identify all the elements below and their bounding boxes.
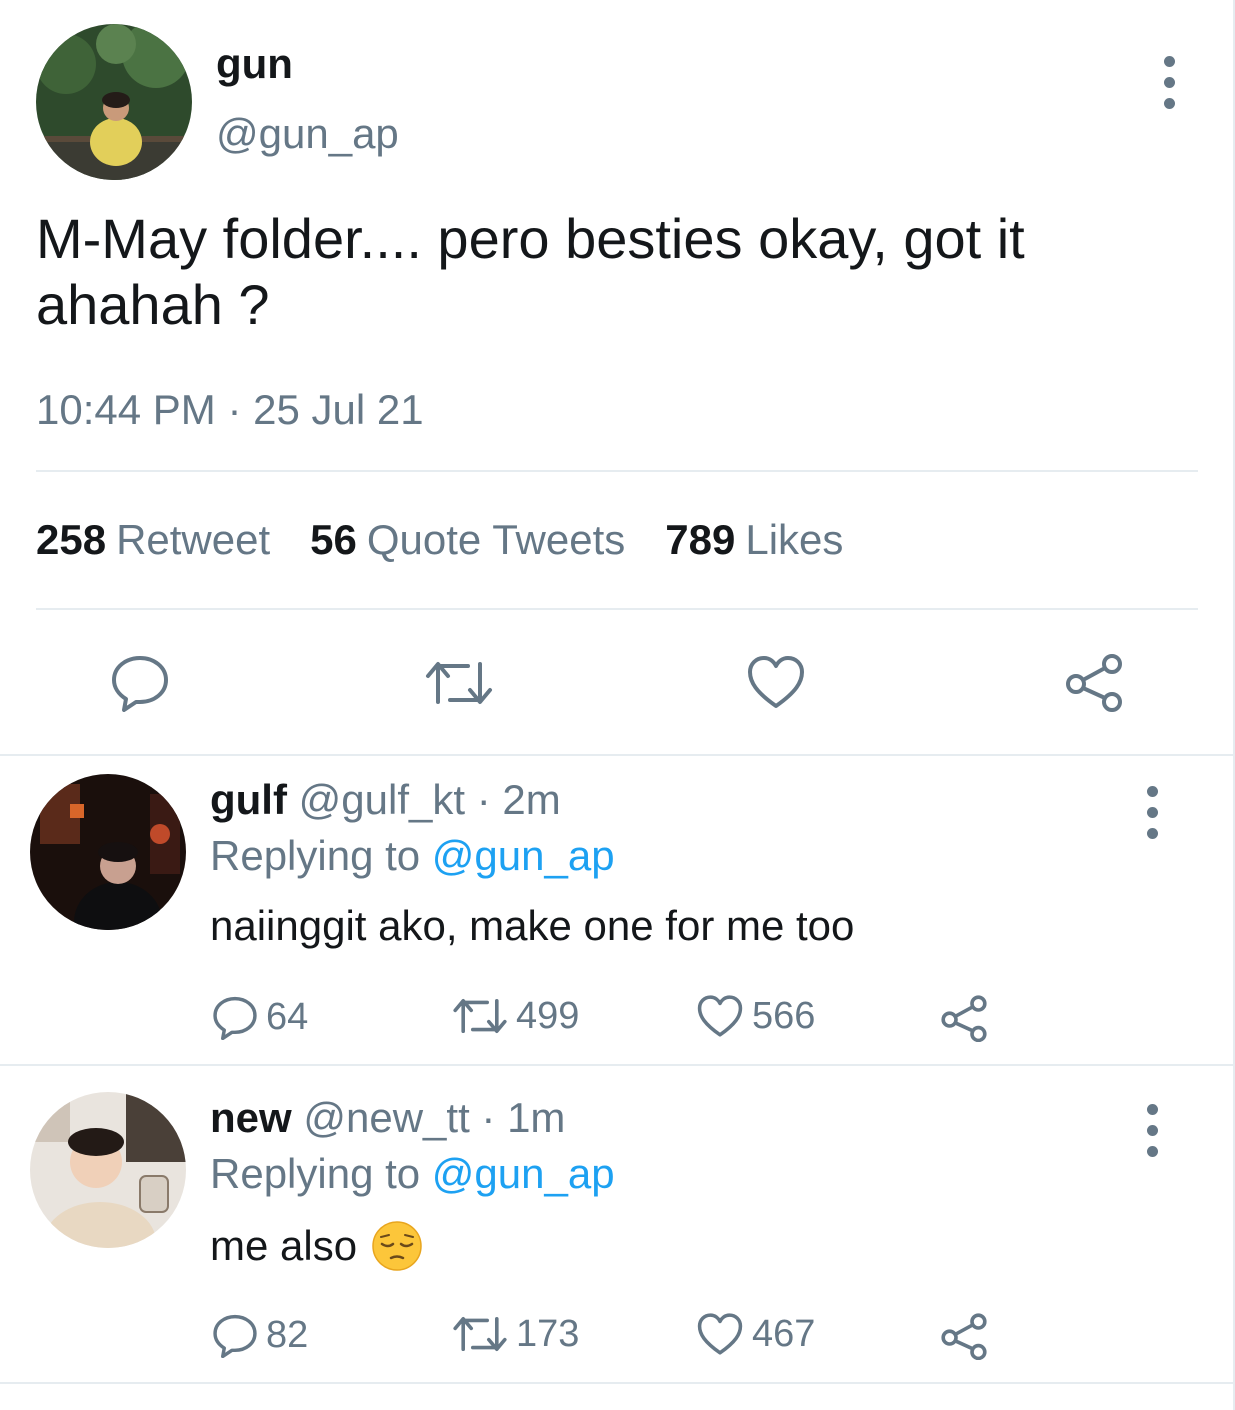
reply-avatar[interactable] xyxy=(30,774,186,930)
like-count-value: 467 xyxy=(752,1312,816,1355)
divider xyxy=(36,470,1198,472)
reply-icon[interactable] xyxy=(110,652,170,712)
replying-to-link[interactable]: @gun_ap xyxy=(432,832,615,879)
like-count[interactable]: 467 xyxy=(696,1312,815,1356)
divider xyxy=(0,1064,1233,1066)
reply-author-handle[interactable]: @new_tt xyxy=(303,1094,469,1141)
share-icon xyxy=(941,1313,987,1360)
share-button[interactable] xyxy=(940,1312,988,1360)
tweet-text: M-May folder.... pero besties okay, got … xyxy=(36,207,1025,336)
author-name[interactable]: gun xyxy=(216,40,293,88)
reply-count-value: 82 xyxy=(266,1313,309,1356)
retweet-count-value: 499 xyxy=(516,994,580,1037)
reply-actions: 64 499 566 xyxy=(212,994,1012,1042)
tweet-timestamp: 10:44 PM · 25 Jul 21 xyxy=(36,386,424,433)
reply-text-row: me also xyxy=(210,1220,423,1272)
reply-icon xyxy=(213,1314,257,1358)
reply-time: · 2m xyxy=(476,776,561,823)
reply-text: naiinggit ako, make one for me too xyxy=(210,902,855,949)
likes-stat[interactable]: 789 Likes xyxy=(665,516,843,564)
divider xyxy=(0,1382,1233,1384)
reply-time: · 1m xyxy=(481,1094,566,1141)
replying-to-line: Replying to @gun_ap xyxy=(210,832,615,880)
like-icon[interactable] xyxy=(746,654,806,710)
divider xyxy=(36,608,1198,610)
tweet-detail-view: gun @gun_ap M-May folder.... pero bestie… xyxy=(0,0,1235,1410)
reply-author-handle[interactable]: @gulf_kt xyxy=(299,776,465,823)
pensive-face-emoji xyxy=(372,1221,422,1271)
avatar-photo xyxy=(30,774,186,930)
retweet-count[interactable]: 499 xyxy=(452,994,579,1038)
share-icon xyxy=(941,995,987,1042)
retweet-stat[interactable]: 258 Retweet xyxy=(36,516,270,564)
replying-to-label: Replying to xyxy=(210,1150,421,1197)
replying-to-label: Replying to xyxy=(210,832,421,879)
retweet-icon[interactable] xyxy=(424,656,494,710)
reply-author-name[interactable]: new xyxy=(210,1094,292,1141)
like-icon xyxy=(697,1313,743,1355)
reply-text: me also xyxy=(210,1222,358,1269)
author-handle[interactable]: @gun_ap xyxy=(216,110,399,158)
reply-avatar[interactable] xyxy=(30,1092,186,1248)
quote-tweets-stat[interactable]: 56 Quote Tweets xyxy=(310,516,625,564)
share-button[interactable] xyxy=(940,994,988,1042)
author-avatar[interactable] xyxy=(36,24,192,180)
reply-count-value: 64 xyxy=(266,995,309,1038)
share-icon[interactable] xyxy=(1064,652,1124,712)
more-options-icon[interactable] xyxy=(1147,1104,1161,1157)
retweet-icon xyxy=(453,999,507,1033)
divider xyxy=(0,754,1233,756)
avatar-photo xyxy=(30,1092,186,1248)
like-count[interactable]: 566 xyxy=(696,994,815,1038)
reply-count[interactable]: 64 xyxy=(212,994,308,1040)
reply-icon xyxy=(213,996,257,1040)
reply-author-name[interactable]: gulf xyxy=(210,776,287,823)
more-options-icon[interactable] xyxy=(1164,56,1178,109)
avatar-photo xyxy=(36,24,192,180)
more-options-icon[interactable] xyxy=(1147,786,1161,839)
retweet-count-value: 173 xyxy=(516,1312,580,1355)
retweet-icon xyxy=(453,1317,507,1351)
like-icon xyxy=(697,995,743,1037)
replying-to-line: Replying to @gun_ap xyxy=(210,1150,615,1198)
like-count-value: 566 xyxy=(752,994,816,1037)
retweet-count[interactable]: 173 xyxy=(452,1312,579,1356)
reply-header: new @new_tt · 1m xyxy=(210,1094,565,1142)
reply-count[interactable]: 82 xyxy=(212,1312,308,1358)
replying-to-link[interactable]: @gun_ap xyxy=(432,1150,615,1197)
tweet-stats: 258 Retweet 56 Quote Tweets 789 Likes xyxy=(36,516,843,564)
reply-actions: 82 173 467 xyxy=(212,1312,1012,1360)
reply-header: gulf @gulf_kt · 2m xyxy=(210,776,561,824)
